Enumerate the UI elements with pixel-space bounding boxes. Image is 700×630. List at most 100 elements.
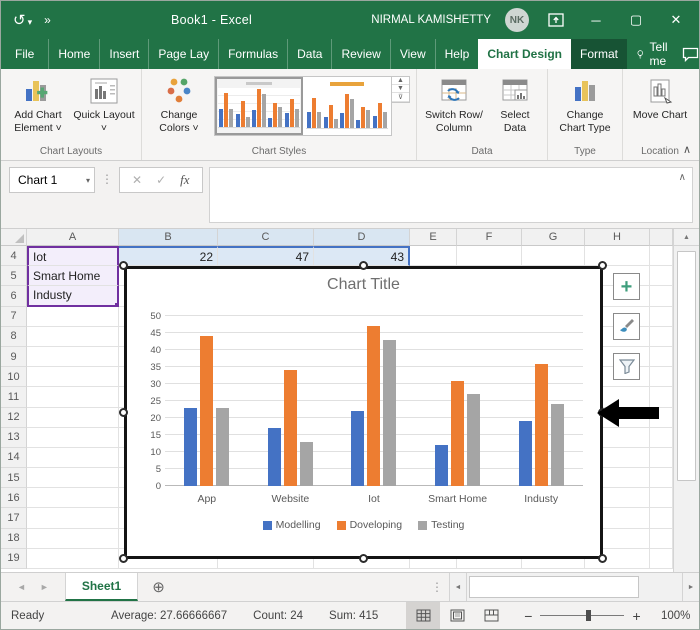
undo-icon[interactable]: ↺ — [13, 11, 26, 29]
chart-style-2[interactable] — [303, 77, 391, 135]
tab-chart-design[interactable]: Chart Design — [478, 39, 571, 69]
row-header-6[interactable]: 6 — [1, 286, 27, 307]
cell-A13[interactable] — [27, 427, 119, 448]
insert-function-icon[interactable]: fx — [180, 172, 189, 188]
move-chart-button[interactable]: Move Chart — [629, 74, 691, 122]
row-header-11[interactable]: 11 — [1, 387, 27, 408]
zoom-out-icon[interactable]: − — [524, 608, 532, 624]
bar-Testing-Smart Home[interactable] — [467, 394, 481, 486]
vertical-scrollbar[interactable]: ▲ — [673, 229, 699, 572]
legend-item-Testing[interactable]: Testing — [418, 519, 464, 531]
gallery-more-icon[interactable]: ⊽ — [392, 93, 409, 102]
column-header-C[interactable]: C — [218, 229, 314, 246]
cell-A12[interactable] — [27, 407, 119, 428]
tab-file[interactable]: File — [1, 39, 48, 69]
cell-A14[interactable] — [27, 447, 119, 469]
gallery-down-icon[interactable]: ▼ — [392, 85, 409, 93]
formula-collapse-icon[interactable]: ∧ — [679, 172, 686, 183]
chart-elements-button[interactable]: + — [613, 273, 640, 300]
tab-formulas[interactable]: Formulas — [218, 39, 287, 69]
bar-Doveloping-App[interactable] — [200, 336, 214, 486]
cell-A6[interactable]: Industy — [27, 286, 119, 307]
zoom-percentage[interactable]: 100% — [661, 610, 699, 622]
maximize-button[interactable]: ▢ — [623, 12, 649, 28]
cell-B4[interactable]: 22 — [119, 246, 218, 267]
chart-style-1[interactable] — [215, 77, 303, 135]
cell-A11[interactable] — [27, 387, 119, 408]
row-header-9[interactable]: 9 — [1, 346, 27, 368]
sheet-prev-icon[interactable]: ◄ — [17, 582, 26, 592]
chart-object[interactable]: Chart Title 0 5 10 15 20 25 30 35 40 45 50 App Webs… — [124, 266, 603, 559]
cell-E4[interactable] — [410, 246, 457, 267]
bar-Doveloping-Smart Home[interactable] — [451, 380, 465, 486]
scroll-up-icon[interactable]: ▲ — [674, 229, 699, 246]
normal-view-button[interactable] — [406, 602, 441, 629]
cell-A18[interactable] — [27, 528, 119, 549]
zoom-in-icon[interactable]: + — [632, 608, 640, 624]
row-header-14[interactable]: 14 — [1, 447, 27, 469]
chart-title[interactable]: Chart Title — [127, 276, 600, 294]
chart-resize-handle[interactable] — [358, 261, 368, 270]
quick-layout-button[interactable]: Quick Layout ˅ — [73, 74, 135, 135]
legend-item-Modelling[interactable]: Modelling — [262, 519, 321, 531]
chart-resize-handle[interactable] — [119, 261, 128, 270]
change-colors-button[interactable]: Change Colors ˅ — [148, 74, 210, 135]
column-header-B[interactable]: B — [119, 229, 218, 246]
tab-insert[interactable]: Insert — [99, 39, 148, 69]
chart-resize-handle[interactable] — [598, 261, 607, 270]
chart-styles-button[interactable] — [613, 313, 640, 340]
gallery-up-icon[interactable]: ▲ — [392, 77, 409, 85]
bar-Modelling-Website[interactable] — [267, 428, 281, 486]
zoom-slider-thumb[interactable] — [586, 610, 592, 621]
bar-Modelling-App[interactable] — [184, 407, 198, 486]
tell-me[interactable]: Tell me — [627, 39, 682, 69]
enter-icon[interactable]: ✓ — [156, 173, 166, 187]
bar-Testing-App[interactable] — [216, 407, 230, 486]
row-header-17[interactable]: 17 — [1, 508, 27, 529]
cell-A16[interactable] — [27, 488, 119, 509]
zoom-slider[interactable] — [540, 610, 625, 621]
sheet-tab-sheet1[interactable]: Sheet1 — [64, 573, 139, 601]
tab-review[interactable]: Review — [331, 39, 389, 69]
collapse-ribbon-icon[interactable]: ∧ — [683, 143, 691, 156]
cell-A4[interactable]: Iot — [27, 246, 119, 267]
bar-Modelling-Industy[interactable] — [518, 421, 532, 486]
horizontal-scrollbar[interactable]: ◄ ► — [449, 573, 699, 601]
column-header-F[interactable]: F — [457, 229, 522, 246]
tab-help[interactable]: Help — [434, 39, 479, 69]
tab-page-layout[interactable]: Page Lay — [148, 39, 218, 69]
row-header-8[interactable]: 8 — [1, 326, 27, 347]
bar-Modelling-Iot[interactable] — [351, 411, 365, 486]
column-header-H[interactable]: H — [585, 229, 650, 246]
cell-A7[interactable] — [27, 306, 119, 327]
undo-dropdown-icon[interactable]: ▾ — [28, 17, 33, 28]
sheet-next-icon[interactable]: ► — [40, 582, 49, 592]
tab-home[interactable]: Home — [48, 39, 99, 69]
tab-data[interactable]: Data — [287, 39, 331, 69]
cell-A10[interactable] — [27, 367, 119, 388]
name-box-dropdown-icon[interactable]: ▾ — [86, 176, 90, 185]
scroll-right-icon[interactable]: ► — [682, 573, 699, 601]
bar-Doveloping-Industy[interactable] — [534, 363, 548, 486]
row-header-16[interactable]: 16 — [1, 488, 27, 509]
bar-Testing-Iot[interactable] — [383, 339, 397, 486]
status-sum[interactable]: Sum: 415 — [329, 610, 378, 622]
cell-A5[interactable]: Smart Home — [27, 266, 119, 287]
chart-resize-handle[interactable] — [119, 554, 128, 563]
chart-resize-handle[interactable] — [598, 554, 607, 563]
row-header-15[interactable]: 15 — [1, 468, 27, 489]
row-header-19[interactable]: 19 — [1, 548, 27, 569]
row-header-4[interactable]: 4 — [1, 246, 27, 267]
row-header-10[interactable]: 10 — [1, 367, 27, 388]
formula-input[interactable]: ∧ — [208, 167, 693, 223]
minimize-button[interactable]: ─ — [583, 13, 609, 28]
cell-A17[interactable] — [27, 508, 119, 529]
cell-C4[interactable]: 47 — [218, 246, 314, 267]
bar-Modelling-Smart Home[interactable] — [435, 445, 449, 486]
cell-H4[interactable] — [585, 246, 650, 267]
select-data-button[interactable]: Select Data — [489, 74, 541, 135]
row-header-12[interactable]: 12 — [1, 407, 27, 428]
cell-G4[interactable] — [522, 246, 585, 267]
cell-A8[interactable] — [27, 326, 119, 347]
column-header-A[interactable]: A — [27, 229, 119, 246]
